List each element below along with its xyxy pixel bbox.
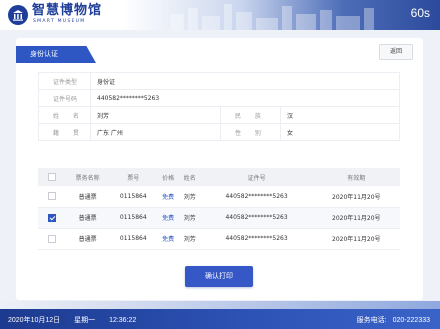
ticket-table-header: 票务名称 票号 价格 姓名 证件号 有效期 [38,168,400,186]
ticket-price: 免费 [157,186,179,208]
footer-weekday: 星期一 [74,317,96,324]
phone-label: 服务电话: [356,317,387,324]
col-valid: 有效期 [312,168,400,186]
ticket-name: 普通票 [66,186,110,208]
ticket-id-no: 440582********5263 [200,228,313,250]
info-row: 证件号码 440582********5263 [38,89,400,107]
footer-date: 2020年10月12日 [8,317,61,324]
row-checkbox[interactable] [48,192,56,201]
ticket-no: 0115864 [109,207,158,229]
ticket-id-no: 440582********5263 [200,186,313,208]
col-id-no: 证件号 [200,168,313,186]
row-checkbox-checked[interactable] [48,213,56,222]
back-button[interactable]: 返回 [379,44,413,60]
confirm-print-button[interactable]: 确认打印 [185,266,253,287]
ticket-no: 0115864 [109,186,158,208]
info-row: 证件类型 身份证 [38,72,400,90]
section-title: 身份认证 [16,46,96,63]
select-all-cell [38,168,66,186]
col-ticket-no: 票号 [109,168,158,186]
gender-label: 性 别 [220,123,281,141]
ticket-table: 票务名称 票号 价格 姓名 证件号 有效期 普通票 0115864 免费 刘芳 … [38,168,400,250]
phone-number: 020-222333 [392,317,430,324]
ticket-price: 免费 [157,228,179,250]
ticket-valid: 2020年11月20号 [312,207,400,229]
logo-title: 智慧博物馆 [32,3,103,18]
footer-decoration [0,301,440,309]
ticket-valid: 2020年11月20号 [312,228,400,250]
name-label: 姓 名 [38,106,91,124]
ticket-holder: 刘芳 [178,228,201,250]
ticket-no: 0115864 [109,228,158,250]
ticket-price: 免费 [157,207,179,229]
col-holder: 姓名 [178,168,201,186]
doc-type-label: 证件类型 [38,72,91,90]
ticket-row[interactable]: 普通票 0115864 免费 刘芳 440582********5263 202… [38,228,400,250]
ticket-name: 普通票 [66,207,110,229]
gender-value: 女 [280,123,400,141]
ticket-valid: 2020年11月20号 [312,186,400,208]
identity-card-panel: 身份认证 返回 证件类型 身份证 证件号码 440582********5263… [16,38,423,300]
info-row: 姓 名 刘芳 民 族 汉 [38,106,400,124]
ticket-holder: 刘芳 [178,207,201,229]
row-checkbox-cell [38,186,66,208]
skyline-decoration [170,4,374,30]
row-checkbox[interactable] [48,234,56,243]
museum-logo-icon [8,5,28,25]
doc-no-label: 证件号码 [38,89,91,107]
ticket-holder: 刘芳 [178,186,201,208]
ticket-name: 普通票 [66,228,110,250]
origin-label: 籍 贯 [38,123,91,141]
datetime: 2020年10月12日 星期一 12:36:22 [8,315,148,325]
ticket-row[interactable]: 普通票 0115864 免费 刘芳 440582********5263 202… [38,186,400,208]
app-header: 智慧博物馆 SMART MUSEUM 60s [0,0,440,30]
info-row: 籍 贯 广东 广州 性 别 女 [38,123,400,141]
select-all-checkbox[interactable] [48,173,56,181]
doc-no-value: 440582********5263 [90,89,400,107]
identity-info-table: 证件类型 身份证 证件号码 440582********5263 姓 名 刘芳 … [38,72,400,141]
status-footer: 2020年10月12日 星期一 12:36:22 服务电话: 020-222333 [0,309,440,329]
ticket-row[interactable]: 普通票 0115864 免费 刘芳 440582********5263 202… [38,207,400,229]
row-checkbox-cell [38,228,66,250]
countdown-timer: 60s [410,6,430,20]
doc-type-value: 身份证 [90,72,400,90]
col-price: 价格 [157,168,179,186]
footer-time: 12:36:22 [109,317,137,324]
ethnicity-value: 汉 [280,106,400,124]
origin-value: 广东 广州 [90,123,221,141]
col-ticket-name: 票务名称 [66,168,110,186]
logo-subtitle: SMART MUSEUM [33,19,86,24]
ticket-id-no: 440582********5263 [200,207,313,229]
name-value: 刘芳 [90,106,221,124]
row-checkbox-cell [38,207,66,229]
ethnicity-label: 民 族 [220,106,281,124]
service-phone: 服务电话: 020-222333 [357,315,430,325]
